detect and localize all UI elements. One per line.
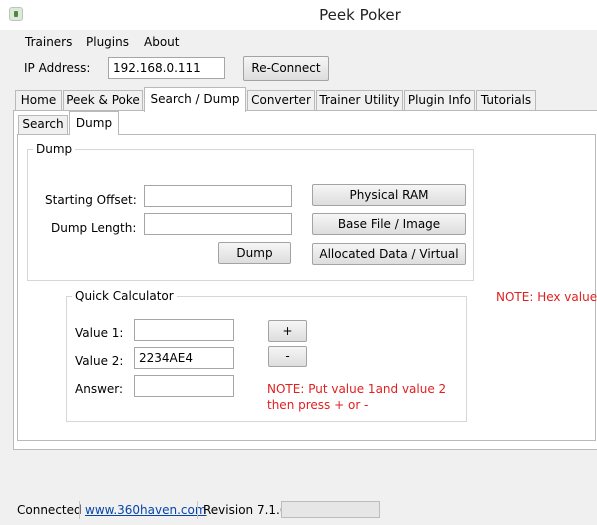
dump-length-label: Dump Length: xyxy=(51,221,137,235)
menu-bar: Trainers Plugins About xyxy=(12,30,597,52)
answer-input[interactable] xyxy=(134,375,234,397)
subtab-dump[interactable]: Dump xyxy=(69,111,119,135)
status-progress-bar xyxy=(281,501,380,518)
starting-offset-label: Starting Offset: xyxy=(45,193,137,207)
tab-home[interactable]: Home xyxy=(15,90,62,110)
value2-label: Value 2: xyxy=(75,354,124,368)
subtab-search[interactable]: Search xyxy=(18,115,68,134)
calculator-note-line1: NOTE: Put value 1and value 2 xyxy=(267,382,447,396)
status-website-link[interactable]: www.360haven.com xyxy=(85,503,207,517)
menu-trainers[interactable]: Trainers xyxy=(25,35,72,49)
tab-peek-poke[interactable]: Peek & Poke xyxy=(63,90,143,110)
status-separator xyxy=(197,501,198,519)
tab-converter[interactable]: Converter xyxy=(247,90,315,110)
base-file-image-button[interactable]: Base File / Image xyxy=(312,213,466,235)
value2-input[interactable]: 2234AE4 xyxy=(134,347,234,369)
menu-plugins[interactable]: Plugins xyxy=(86,35,129,49)
tab-trainer-utility[interactable]: Trainer Utility xyxy=(316,90,403,110)
app-window: Peek Poker Trainers Plugins About IP Add… xyxy=(0,0,597,525)
dump-button[interactable]: Dump xyxy=(218,242,291,264)
tab-search-dump[interactable]: Search / Dump xyxy=(144,87,246,112)
reconnect-button[interactable]: Re-Connect xyxy=(243,56,329,81)
plus-button[interactable]: + xyxy=(268,320,307,342)
value1-input[interactable] xyxy=(134,319,234,341)
hex-values-note: NOTE: Hex values xyxy=(496,290,597,304)
tab-tutorials[interactable]: Tutorials xyxy=(476,90,536,110)
ip-address-input[interactable]: 192.168.0.111 xyxy=(108,57,225,79)
status-separator xyxy=(79,501,80,519)
status-revision: Revision 7.1.6 xyxy=(203,503,288,517)
allocated-data-virtual-button[interactable]: Allocated Data / Virtual xyxy=(312,243,466,265)
physical-ram-button[interactable]: Physical RAM xyxy=(312,184,466,206)
minus-button[interactable]: - xyxy=(268,346,307,367)
ip-address-label: IP Address: xyxy=(24,61,91,75)
calculator-note-line2: then press + or - xyxy=(267,398,369,412)
answer-label: Answer: xyxy=(75,382,124,396)
menu-about[interactable]: About xyxy=(144,35,179,49)
status-connected: Connected xyxy=(17,503,82,517)
starting-offset-input[interactable] xyxy=(144,185,292,207)
quick-calculator-title: Quick Calculator xyxy=(72,289,177,303)
dump-length-input[interactable] xyxy=(144,213,292,235)
title-bar: Peek Poker xyxy=(0,0,597,30)
dump-group-title: Dump xyxy=(33,142,76,156)
tab-plugin-info[interactable]: Plugin Info xyxy=(404,90,475,110)
value1-label: Value 1: xyxy=(75,326,124,340)
window-title: Peek Poker xyxy=(319,6,401,24)
